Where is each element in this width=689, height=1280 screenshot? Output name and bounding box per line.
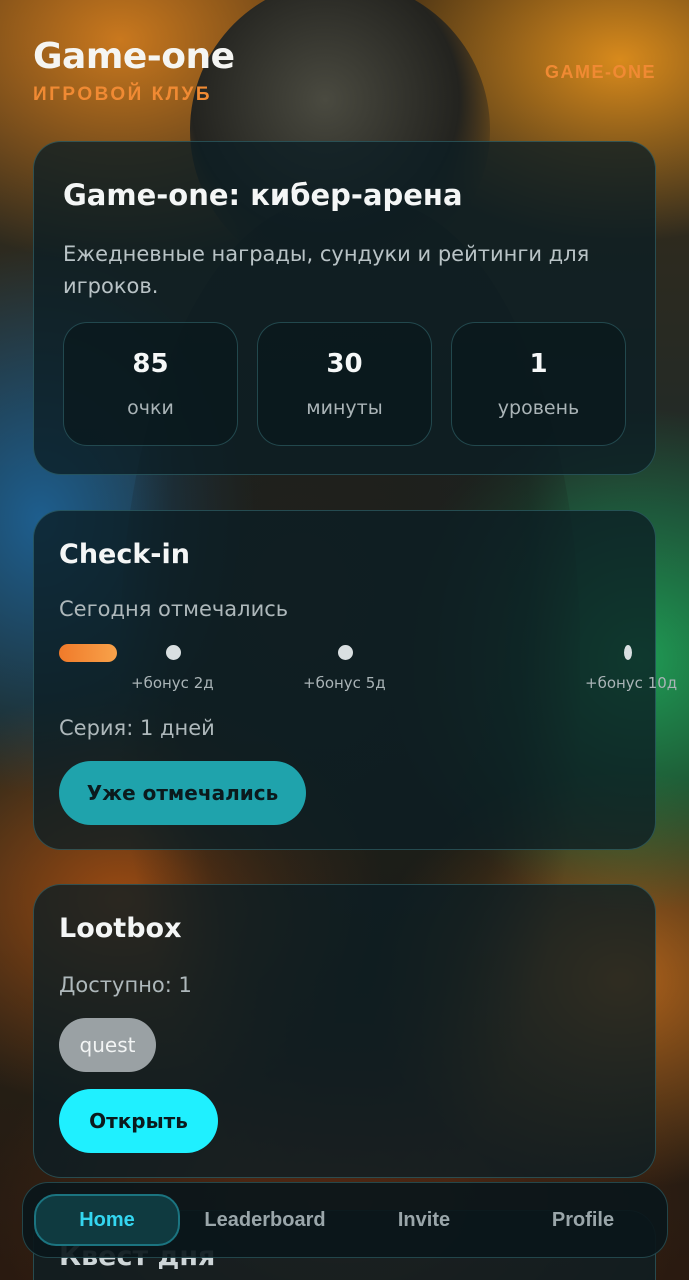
stat-value: 85 (132, 349, 169, 379)
nav-item-invite[interactable]: Invite (351, 1194, 497, 1246)
open-lootbox-button[interactable]: Открыть (59, 1089, 218, 1153)
streak-progress-fill (59, 644, 117, 662)
stat-label: минуты (306, 397, 383, 419)
stat-label: уровень (497, 397, 580, 419)
hero-card: Game-one: кибер-арена Ежедневные награды… (33, 141, 656, 475)
app-title: Game-one (33, 36, 235, 77)
page-content: Game-one ИГРОВОЙ КЛУБ GAME-ONE Game-one:… (0, 0, 689, 1280)
bottom-nav: Home Leaderboard Invite Profile (22, 1182, 668, 1258)
stat-minutes: 30 минуты (257, 322, 432, 446)
milestone-dot (338, 645, 353, 660)
checkin-status: Сегодня отмечались (59, 597, 289, 621)
checkin-card: Check-in Сегодня отмечались +бонус 2д +б… (33, 510, 677, 850)
lootbox-available: Доступно: 1 (59, 973, 192, 997)
stat-points: 85 очки (63, 322, 238, 446)
lootbox-type-chip[interactable]: quest (59, 1018, 156, 1072)
stat-value: 1 (529, 349, 548, 379)
hero-title: Game-one: кибер-арена (63, 178, 463, 212)
checkin-button[interactable]: Уже отмечались (59, 761, 306, 825)
nav-item-profile[interactable]: Profile (510, 1194, 656, 1246)
checkin-title: Check-in (59, 539, 190, 570)
milestone-label: +бонус 2д (131, 674, 214, 692)
stat-label: очки (127, 397, 174, 419)
milestone-dot (166, 645, 181, 660)
stat-value: 30 (326, 349, 363, 379)
milestone-dot (624, 645, 632, 660)
stat-level: 1 уровень (451, 322, 626, 446)
milestone-label: +бонус 10д (585, 674, 678, 692)
hero-description: Ежедневные награды, сундуки и рейтинги д… (63, 242, 590, 298)
nav-item-home[interactable]: Home (34, 1194, 180, 1246)
milestone-label: +бонус 5д (303, 674, 386, 692)
lootbox-title: Lootbox (59, 913, 182, 944)
nav-item-leaderboard[interactable]: Leaderboard (192, 1194, 338, 1246)
streak-text: Серия: 1 дней (59, 716, 215, 740)
app-subtitle: ИГРОВОЙ КЛУБ (33, 84, 212, 105)
lootbox-card: Lootbox Доступно: 1 quest Открыть (33, 884, 656, 1178)
brand-link[interactable]: GAME-ONE (545, 62, 656, 83)
